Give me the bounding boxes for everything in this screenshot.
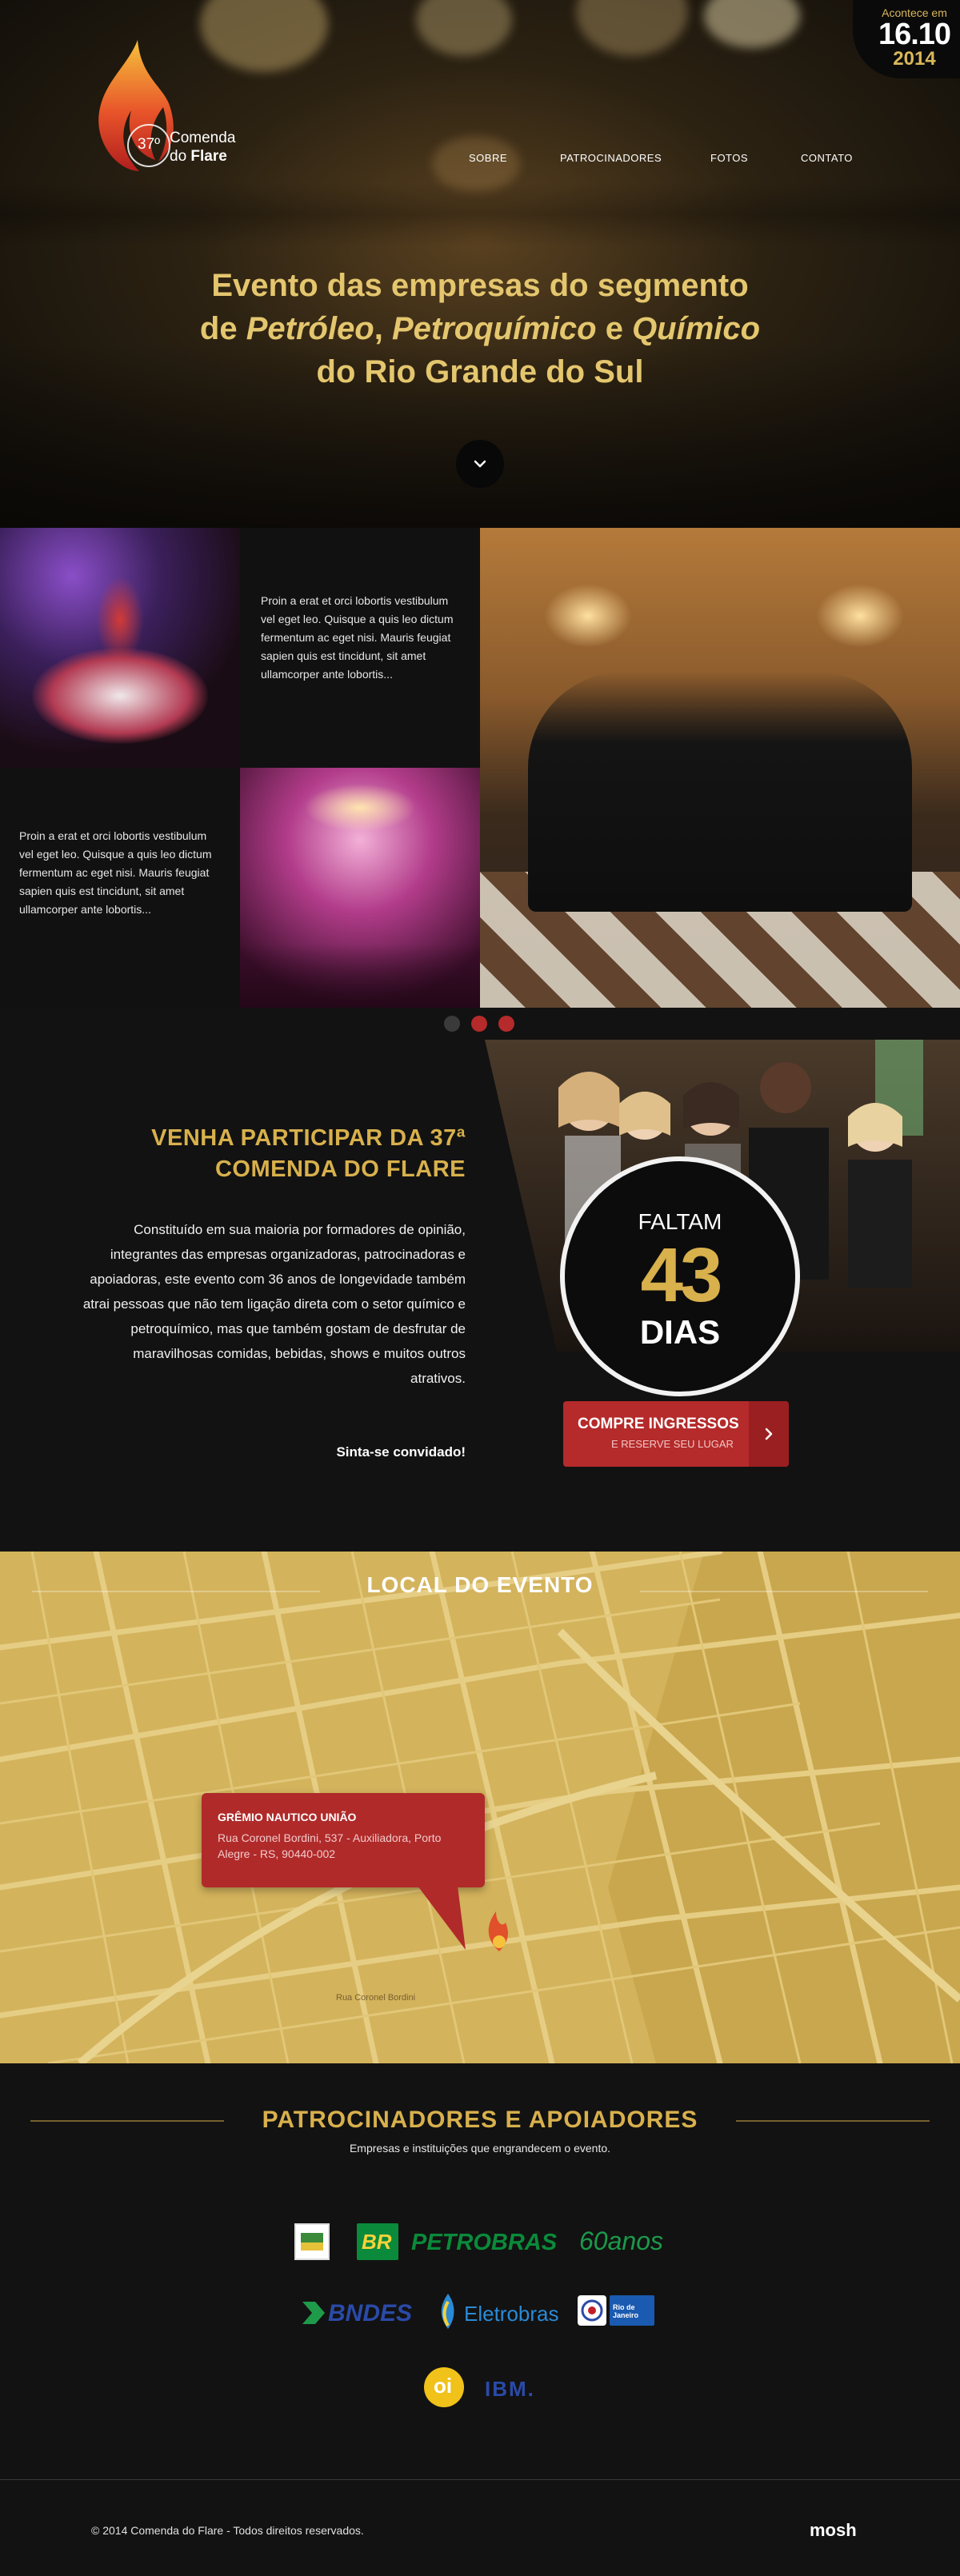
- nav-fotos[interactable]: FOTOS: [710, 152, 748, 164]
- scroll-down-button[interactable]: [456, 440, 504, 488]
- gallery-text-1: Proin a erat et orci lobortis vestibulum…: [261, 594, 454, 681]
- nav-sobre[interactable]: SOBRE: [469, 152, 507, 164]
- sponsors-subtitle: Empresas e instituições que engrandecem …: [349, 2142, 611, 2155]
- participate-cta: Sinta-se convidado!: [336, 1444, 466, 1460]
- nav-contato[interactable]: CONTATO: [801, 152, 853, 164]
- pagination-dot-1[interactable]: [444, 1016, 460, 1032]
- sponsor-logo-rio[interactable]: Rio de Janeiro: [610, 2295, 654, 2326]
- venue-address: Rua Coronel Bordini, 537 - Auxiliadora, …: [218, 1831, 442, 1860]
- location-title: LOCAL DO EVENTO: [366, 1572, 594, 1597]
- popup-pointer: [418, 1886, 466, 1950]
- logo-name-line2: do Flare: [170, 148, 227, 165]
- gallery-pagination: [444, 1016, 516, 1032]
- ticket-arrow: [749, 1401, 789, 1467]
- logo-edition: 37º: [138, 136, 161, 153]
- buy-tickets-sub: E RESERVE SEU LUGAR: [611, 1438, 734, 1450]
- eletrobras-icon: [441, 2294, 454, 2329]
- countdown-circle: FALTAM 43 DIAS: [560, 1156, 800, 1396]
- countdown-unit: DIAS: [639, 1313, 721, 1351]
- participate-section: VENHA PARTICIPAR DA 37ª COMENDA DO FLARE…: [0, 1040, 960, 1552]
- chevron-right-icon: [765, 1428, 773, 1440]
- countdown-number: 43: [640, 1232, 723, 1318]
- sponsor-logo-br[interactable]: BR: [357, 2223, 398, 2260]
- location-map[interactable]: LOCAL DO EVENTO Rua Coronel Bordini GRÊM…: [0, 1552, 960, 2063]
- chandelier-glow: [704, 0, 800, 48]
- gallery-photo-group[interactable]: [480, 528, 960, 1008]
- photo-gallery: Proin a erat et orci lobortis vestibulum…: [0, 528, 960, 1008]
- chevron-down-icon: [474, 460, 486, 468]
- participate-title: VENHA PARTICIPAR DA 37ª COMENDA DO FLARE: [151, 1125, 466, 1182]
- gallery-text-2: Proin a erat et orci lobortis vestibulum…: [19, 829, 212, 916]
- headline-line3: do Rio Grande do Sul: [316, 354, 644, 389]
- sponsor-logo-petrobras[interactable]: PETROBRAS: [411, 2230, 557, 2256]
- event-date-badge: Acontece em 16.10 2014: [853, 0, 960, 78]
- sponsors-section: PATROCINADORES E APOIADORES Empresas e i…: [0, 2063, 960, 2479]
- sponsor-logo-bndes[interactable]: [302, 2302, 325, 2324]
- sponsor-logo-rj-seal[interactable]: [578, 2295, 606, 2326]
- venue-name: GRÊMIO NAUTICO UNIÃO: [218, 1811, 357, 1823]
- participate-body: Constituído em sua maioria por formadore…: [82, 1222, 466, 1386]
- bndes-icon: [302, 2302, 325, 2324]
- copyright: © 2014 Comenda do Flare - Todos direitos…: [91, 2524, 364, 2537]
- hero-section: 37º Comenda do Flare SOBRE PATROCINADORE…: [0, 0, 960, 528]
- logo-name-line1: Comenda: [170, 130, 236, 146]
- sponsor-bndes-text[interactable]: BNDES: [328, 2300, 412, 2327]
- buy-tickets-label: COMPRE INGRESSOS: [578, 1416, 739, 1432]
- pagination-dot-3[interactable]: [498, 1016, 514, 1032]
- sponsor-logo-ibm[interactable]: IBM.: [485, 2377, 535, 2402]
- hero-headline: Evento das empresas do segmento de Petró…: [80, 264, 880, 393]
- venue-popup: GRÊMIO NAUTICO UNIÃO Rua Coronel Bordini…: [202, 1793, 485, 1950]
- site-logo[interactable]: 37º Comenda do Flare: [90, 34, 266, 178]
- badge-year: 2014: [893, 48, 936, 70]
- headline-line1: Evento das empresas do segmento: [211, 268, 749, 303]
- pagination-dot-2[interactable]: [471, 1016, 487, 1032]
- gallery-text-tile-2: Proin a erat et orci lobortis vestibulum…: [0, 768, 240, 1008]
- site-footer: © 2014 Comenda do Flare - Todos direitos…: [0, 2479, 960, 2576]
- sponsor-logo-60anos[interactable]: 60anos: [579, 2227, 663, 2256]
- flame-icon: [98, 40, 174, 171]
- chandelier-glow: [416, 0, 512, 56]
- buy-tickets-button[interactable]: COMPRE INGRESSOS E RESERVE SEU LUGAR: [563, 1401, 789, 1467]
- chandelier-glow: [576, 0, 688, 56]
- map-street-label: Rua Coronel Bordini: [336, 1993, 416, 2003]
- gallery-text-tile-1: Proin a erat et orci lobortis vestibulum…: [240, 528, 480, 768]
- sponsor-logo-eletrobras[interactable]: Eletrobras: [464, 2302, 559, 2326]
- gallery-photo-party[interactable]: [0, 528, 240, 768]
- headline-line2: de Petróleo, Petroquímico e Químico: [199, 311, 761, 346]
- sponsors-title: PATROCINADORES E APOIADORES: [262, 2107, 698, 2133]
- badge-date: 16.10: [878, 18, 951, 51]
- nav-patrocinadores[interactable]: PATROCINADORES: [560, 152, 662, 164]
- gallery-photo-pink-hall[interactable]: [240, 768, 480, 1008]
- agency-credit[interactable]: mosh: [810, 2520, 857, 2541]
- sponsor-logo-oi[interactable]: oi: [424, 2367, 464, 2407]
- sponsor-logo-rs[interactable]: [294, 2223, 330, 2260]
- main-nav: SOBRE PATROCINADORES FOTOS CONTATO: [469, 152, 885, 168]
